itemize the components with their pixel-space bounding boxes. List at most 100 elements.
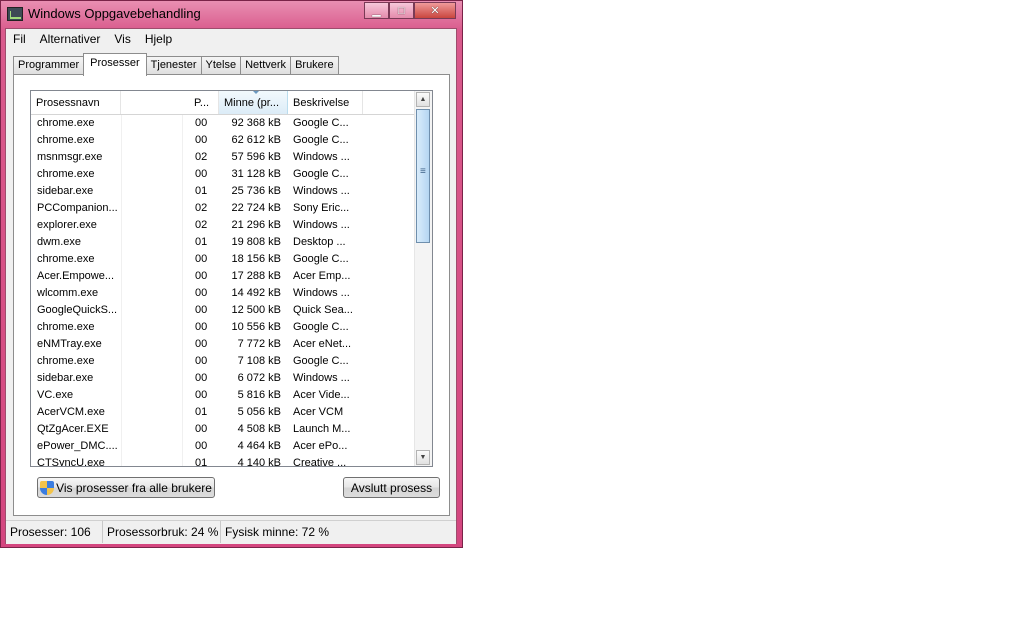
tab-brukere[interactable]: Brukere <box>290 56 339 75</box>
process-name: CTSyncU.exe <box>37 457 105 467</box>
minimize-icon: ▁ <box>372 5 381 17</box>
tab-ytelse[interactable]: Ytelse <box>200 56 242 75</box>
table-row[interactable]: chrome.exe 00 31 128 kB Google C... <box>31 166 415 183</box>
table-row[interactable]: chrome.exe 00 92 368 kB Google C... <box>31 115 415 132</box>
table-row[interactable]: PCCompanion... 02 22 724 kB Sony Eric... <box>31 200 415 217</box>
process-name: dwm.exe <box>37 236 82 248</box>
process-description: Acer ePo... <box>293 440 348 452</box>
process-description: Google C... <box>293 355 349 367</box>
process-priority: 01 <box>195 236 208 248</box>
process-name: VC.exe <box>37 389 74 401</box>
process-name: QtZgAcer.EXE <box>37 423 109 435</box>
process-priority: 00 <box>195 253 208 265</box>
process-memory: 5 816 kB <box>237 389 281 401</box>
process-name: chrome.exe <box>37 355 95 367</box>
process-priority: 00 <box>195 321 208 333</box>
vertical-scrollbar[interactable]: ▲ ▼ <box>414 91 432 466</box>
table-row[interactable]: ePower_DMC.... 00 4 464 kB Acer ePo... <box>31 438 415 455</box>
process-description: Google C... <box>293 321 349 333</box>
process-memory: 6 072 kB <box>237 372 281 384</box>
table-row[interactable]: explorer.exe 02 21 296 kB Windows ... <box>31 217 415 234</box>
process-description: Google C... <box>293 168 349 180</box>
tab-programmer[interactable]: Programmer <box>13 56 85 75</box>
table-row[interactable]: Acer.Empowe... 00 17 288 kB Acer Emp... <box>31 268 415 285</box>
process-name: eNMTray.exe <box>37 338 102 350</box>
process-name: AcerVCM.exe <box>37 406 105 418</box>
process-description: Creative ... <box>293 457 347 467</box>
menu-fil[interactable]: Fil <box>6 32 33 46</box>
column-header-description[interactable]: Beskrivelse <box>288 91 363 114</box>
title-bar[interactable]: Windows Oppgavebehandling ▁ □ ✕ <box>1 1 462 28</box>
process-description: Launch M... <box>293 423 351 435</box>
column-header-memory[interactable]: Minne (pr... <box>219 91 288 114</box>
maximize-button[interactable]: □ <box>389 2 414 19</box>
process-priority: 00 <box>195 134 208 146</box>
process-memory: 31 128 kB <box>231 168 281 180</box>
close-button[interactable]: ✕ <box>414 2 456 19</box>
process-priority: 00 <box>195 338 208 350</box>
process-description: Windows ... <box>293 219 350 231</box>
scroll-up-button[interactable]: ▲ <box>416 92 430 107</box>
tab-tjenester[interactable]: Tjenester <box>145 56 202 75</box>
menu-hjelp[interactable]: Hjelp <box>138 32 179 46</box>
table-row[interactable]: GoogleQuickS... 00 12 500 kB Quick Sea... <box>31 302 415 319</box>
status-cpu-usage: Prosessorbruk: 24 % <box>103 521 221 543</box>
process-priority: 01 <box>195 406 208 418</box>
table-row[interactable]: AcerVCM.exe 01 5 056 kB Acer VCM <box>31 404 415 421</box>
process-name: chrome.exe <box>37 253 95 265</box>
process-priority: 01 <box>195 185 208 197</box>
process-memory: 19 808 kB <box>231 236 281 248</box>
minimize-button[interactable]: ▁ <box>364 2 389 19</box>
table-row[interactable]: chrome.exe 00 7 108 kB Google C... <box>31 353 415 370</box>
window-title: Windows Oppgavebehandling <box>28 6 201 21</box>
status-bar: Prosesser: 106 Prosessorbruk: 24 % Fysis… <box>6 520 456 544</box>
table-row[interactable]: msnmsgr.exe 02 57 596 kB Windows ... <box>31 149 415 166</box>
table-row[interactable]: VC.exe 00 5 816 kB Acer Vide... <box>31 387 415 404</box>
process-priority: 00 <box>195 304 208 316</box>
close-icon: ✕ <box>430 5 440 17</box>
process-memory: 25 736 kB <box>231 185 281 197</box>
process-description: Google C... <box>293 253 349 265</box>
menu-vis[interactable]: Vis <box>107 32 137 46</box>
process-name: sidebar.exe <box>37 372 94 384</box>
window-controls: ▁ □ ✕ <box>364 2 456 20</box>
process-priority: 00 <box>195 423 208 435</box>
tab-prosesser[interactable]: Prosesser <box>83 53 147 76</box>
table-row[interactable]: sidebar.exe 00 6 072 kB Windows ... <box>31 370 415 387</box>
table-row[interactable]: CTSyncU.exe 01 4 140 kB Creative ... <box>31 455 415 467</box>
table-row[interactable]: QtZgAcer.EXE 00 4 508 kB Launch M... <box>31 421 415 438</box>
process-name: Acer.Empowe... <box>37 270 115 282</box>
table-row[interactable]: chrome.exe 00 10 556 kB Google C... <box>31 319 415 336</box>
process-description: Windows ... <box>293 372 350 384</box>
process-description: Google C... <box>293 134 349 146</box>
scroll-thumb[interactable] <box>416 109 430 243</box>
column-header-p[interactable]: P... <box>189 91 219 114</box>
table-row[interactable]: chrome.exe 00 18 156 kB Google C... <box>31 251 415 268</box>
status-physical-memory: Fysisk minne: 72 % <box>225 525 330 539</box>
task-manager-window: Windows Oppgavebehandling ▁ □ ✕ Fil Alte… <box>0 0 463 548</box>
process-priority: 01 <box>195 457 208 467</box>
column-header: Prosessnavn P... Minne (pr... Beskrivels… <box>31 91 415 115</box>
process-name: GoogleQuickS... <box>37 304 118 316</box>
scroll-down-button[interactable]: ▼ <box>416 450 430 465</box>
end-process-button[interactable]: Avslutt prosess <box>343 477 440 498</box>
table-row[interactable]: eNMTray.exe 00 7 772 kB Acer eNet... <box>31 336 415 353</box>
table-row[interactable]: chrome.exe 00 62 612 kB Google C... <box>31 132 415 149</box>
process-memory: 5 056 kB <box>237 406 281 418</box>
table-row[interactable]: sidebar.exe 01 25 736 kB Windows ... <box>31 183 415 200</box>
process-memory: 17 288 kB <box>231 270 281 282</box>
table-row[interactable]: dwm.exe 01 19 808 kB Desktop ... <box>31 234 415 251</box>
column-header-name[interactable]: Prosessnavn <box>31 91 121 114</box>
uac-shield-icon <box>40 480 55 495</box>
processes-panel: Prosessnavn P... Minne (pr... Beskrivels… <box>13 74 450 516</box>
process-memory: 62 612 kB <box>231 134 281 146</box>
show-all-users-button[interactable]: Vis prosesser fra alle brukere <box>37 477 215 498</box>
menu-alternativer[interactable]: Alternativer <box>33 32 108 46</box>
process-memory: 12 500 kB <box>231 304 281 316</box>
process-list[interactable]: Prosessnavn P... Minne (pr... Beskrivels… <box>30 90 433 467</box>
process-memory: 4 464 kB <box>237 440 281 452</box>
table-row[interactable]: wlcomm.exe 00 14 492 kB Windows ... <box>31 285 415 302</box>
tab-nettverk[interactable]: Nettverk <box>240 56 292 75</box>
process-description: Sony Eric... <box>293 202 350 214</box>
process-name: msnmsgr.exe <box>37 151 103 163</box>
